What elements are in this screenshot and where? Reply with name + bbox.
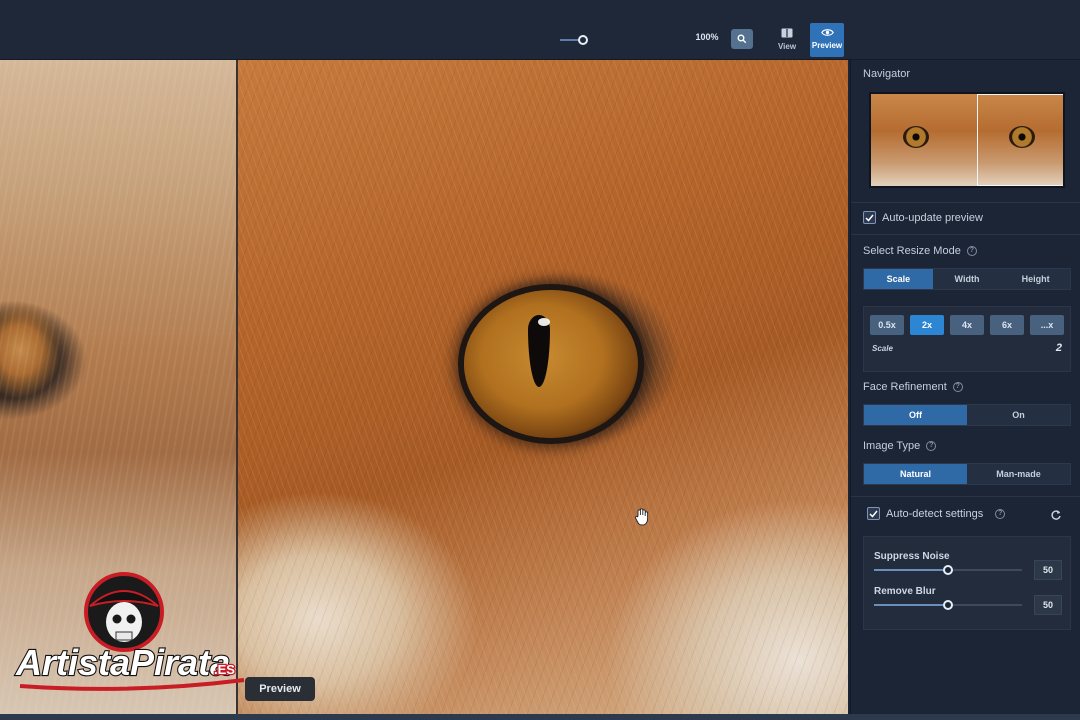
resize-mode-width[interactable]: Width	[933, 269, 1002, 289]
help-icon[interactable]: ?	[995, 508, 1006, 519]
panel-separator	[851, 234, 1080, 235]
resize-mode-scale[interactable]: Scale	[864, 269, 933, 289]
face-refinement-title-text: Face Refinement	[863, 381, 947, 393]
scale-4x-button[interactable]: 4x	[950, 315, 984, 335]
fox-eye	[464, 290, 638, 438]
svg-text:.ES: .ES	[214, 662, 235, 677]
remove-blur-slider[interactable]	[874, 600, 1022, 610]
navigator-title: Navigator	[863, 68, 911, 80]
scale-custom-button[interactable]: ...x	[1030, 315, 1064, 335]
face-refinement-selector[interactable]: Off On	[863, 404, 1071, 426]
hand-grab-icon	[635, 508, 649, 526]
auto-update-preview-row[interactable]: Auto-update preview	[863, 211, 983, 224]
preview-image-pane[interactable]	[238, 60, 848, 714]
preview-toggle-label: Preview	[811, 41, 843, 50]
zoom-button[interactable]	[731, 29, 753, 49]
zoom-slider[interactable]	[560, 34, 588, 46]
adjustments-box: Suppress Noise 50 Remove Blur 50	[863, 536, 1071, 630]
navigator-image	[871, 94, 1063, 186]
checkmark-icon	[869, 510, 878, 518]
scale-0-5x-button[interactable]: 0.5x	[870, 315, 904, 335]
scale-2x-button[interactable]: 2x	[910, 315, 944, 335]
remove-blur-label: Remove Blur	[874, 586, 936, 597]
suppress-noise-fill	[874, 569, 948, 571]
preview-toggle-button[interactable]: Preview	[810, 23, 844, 57]
bottom-status-strip	[0, 714, 1080, 720]
auto-detect-label: Auto-detect settings	[886, 507, 984, 520]
remove-blur-fill	[874, 604, 948, 606]
help-icon[interactable]: ?	[952, 382, 963, 392]
zoom-slider-knob[interactable]	[578, 35, 588, 45]
resize-mode-height[interactable]: Height	[1001, 269, 1070, 289]
scale-6x-button[interactable]: 6x	[990, 315, 1024, 335]
help-icon[interactable]: ?	[926, 441, 937, 451]
panel-separator	[851, 496, 1080, 497]
navigator-viewport-frame[interactable]	[977, 94, 1063, 186]
auto-update-checkbox[interactable]	[863, 211, 876, 224]
remove-blur-value[interactable]: 50	[1034, 595, 1062, 615]
resize-mode-selector[interactable]: Scale Width Height	[863, 268, 1071, 290]
magnify-icon	[737, 34, 747, 44]
face-refinement-on[interactable]: On	[967, 405, 1070, 425]
suppress-noise-slider[interactable]	[874, 565, 1022, 575]
reset-icon[interactable]	[1050, 509, 1062, 521]
zoom-level-readout: 100%	[695, 32, 719, 42]
auto-detect-row[interactable]: Auto-detect settings ?	[867, 507, 1006, 520]
panel-separator	[851, 202, 1080, 203]
auto-detect-checkbox[interactable]	[867, 507, 880, 520]
face-refinement-off[interactable]: Off	[864, 405, 967, 425]
scale-label: Scale	[872, 344, 893, 353]
image-type-natural[interactable]: Natural	[864, 464, 967, 484]
suppress-noise-knob[interactable]	[943, 565, 953, 575]
eye-highlight	[538, 318, 550, 326]
help-icon[interactable]: ?	[966, 246, 977, 256]
suppress-noise-value[interactable]: 50	[1034, 560, 1062, 580]
scale-options-box: 0.5x 2x 4x 6x ...x Scale 2	[863, 306, 1071, 372]
navigator-eye-left	[903, 126, 929, 148]
pirate-skull-logo: ArtistaPirata .ES	[14, 572, 245, 691]
navigator-thumbnail[interactable]	[869, 92, 1065, 188]
image-type-title-text: Image Type	[863, 440, 921, 452]
settings-panel: Navigator Auto-update preview Select Res…	[850, 60, 1080, 720]
image-type-man-made[interactable]: Man-made	[967, 464, 1070, 484]
scale-value: 2	[1055, 342, 1062, 354]
image-type-title: Image Type ?	[863, 440, 937, 452]
view-button-label: View	[777, 42, 797, 51]
eye-icon	[820, 29, 834, 36]
resize-mode-title-text: Select Resize Mode	[863, 245, 961, 257]
remove-blur-knob[interactable]	[943, 600, 953, 610]
face-refinement-title: Face Refinement ?	[863, 381, 963, 393]
view-button[interactable]: View	[770, 23, 804, 57]
preview-label-button[interactable]: Preview	[245, 677, 315, 701]
image-type-selector[interactable]: Natural Man-made	[863, 463, 1071, 485]
scale-presets: 0.5x 2x 4x 6x ...x	[870, 315, 1064, 335]
svg-text:ArtistaPirata: ArtistaPirata	[15, 642, 230, 683]
split-view-icon	[781, 28, 793, 38]
top-toolbar: 100% View Preview	[0, 0, 1080, 60]
suppress-noise-label: Suppress Noise	[874, 551, 950, 562]
checkmark-icon	[865, 214, 874, 222]
resize-mode-title: Select Resize Mode ?	[863, 245, 977, 257]
auto-update-label: Auto-update preview	[882, 211, 983, 224]
